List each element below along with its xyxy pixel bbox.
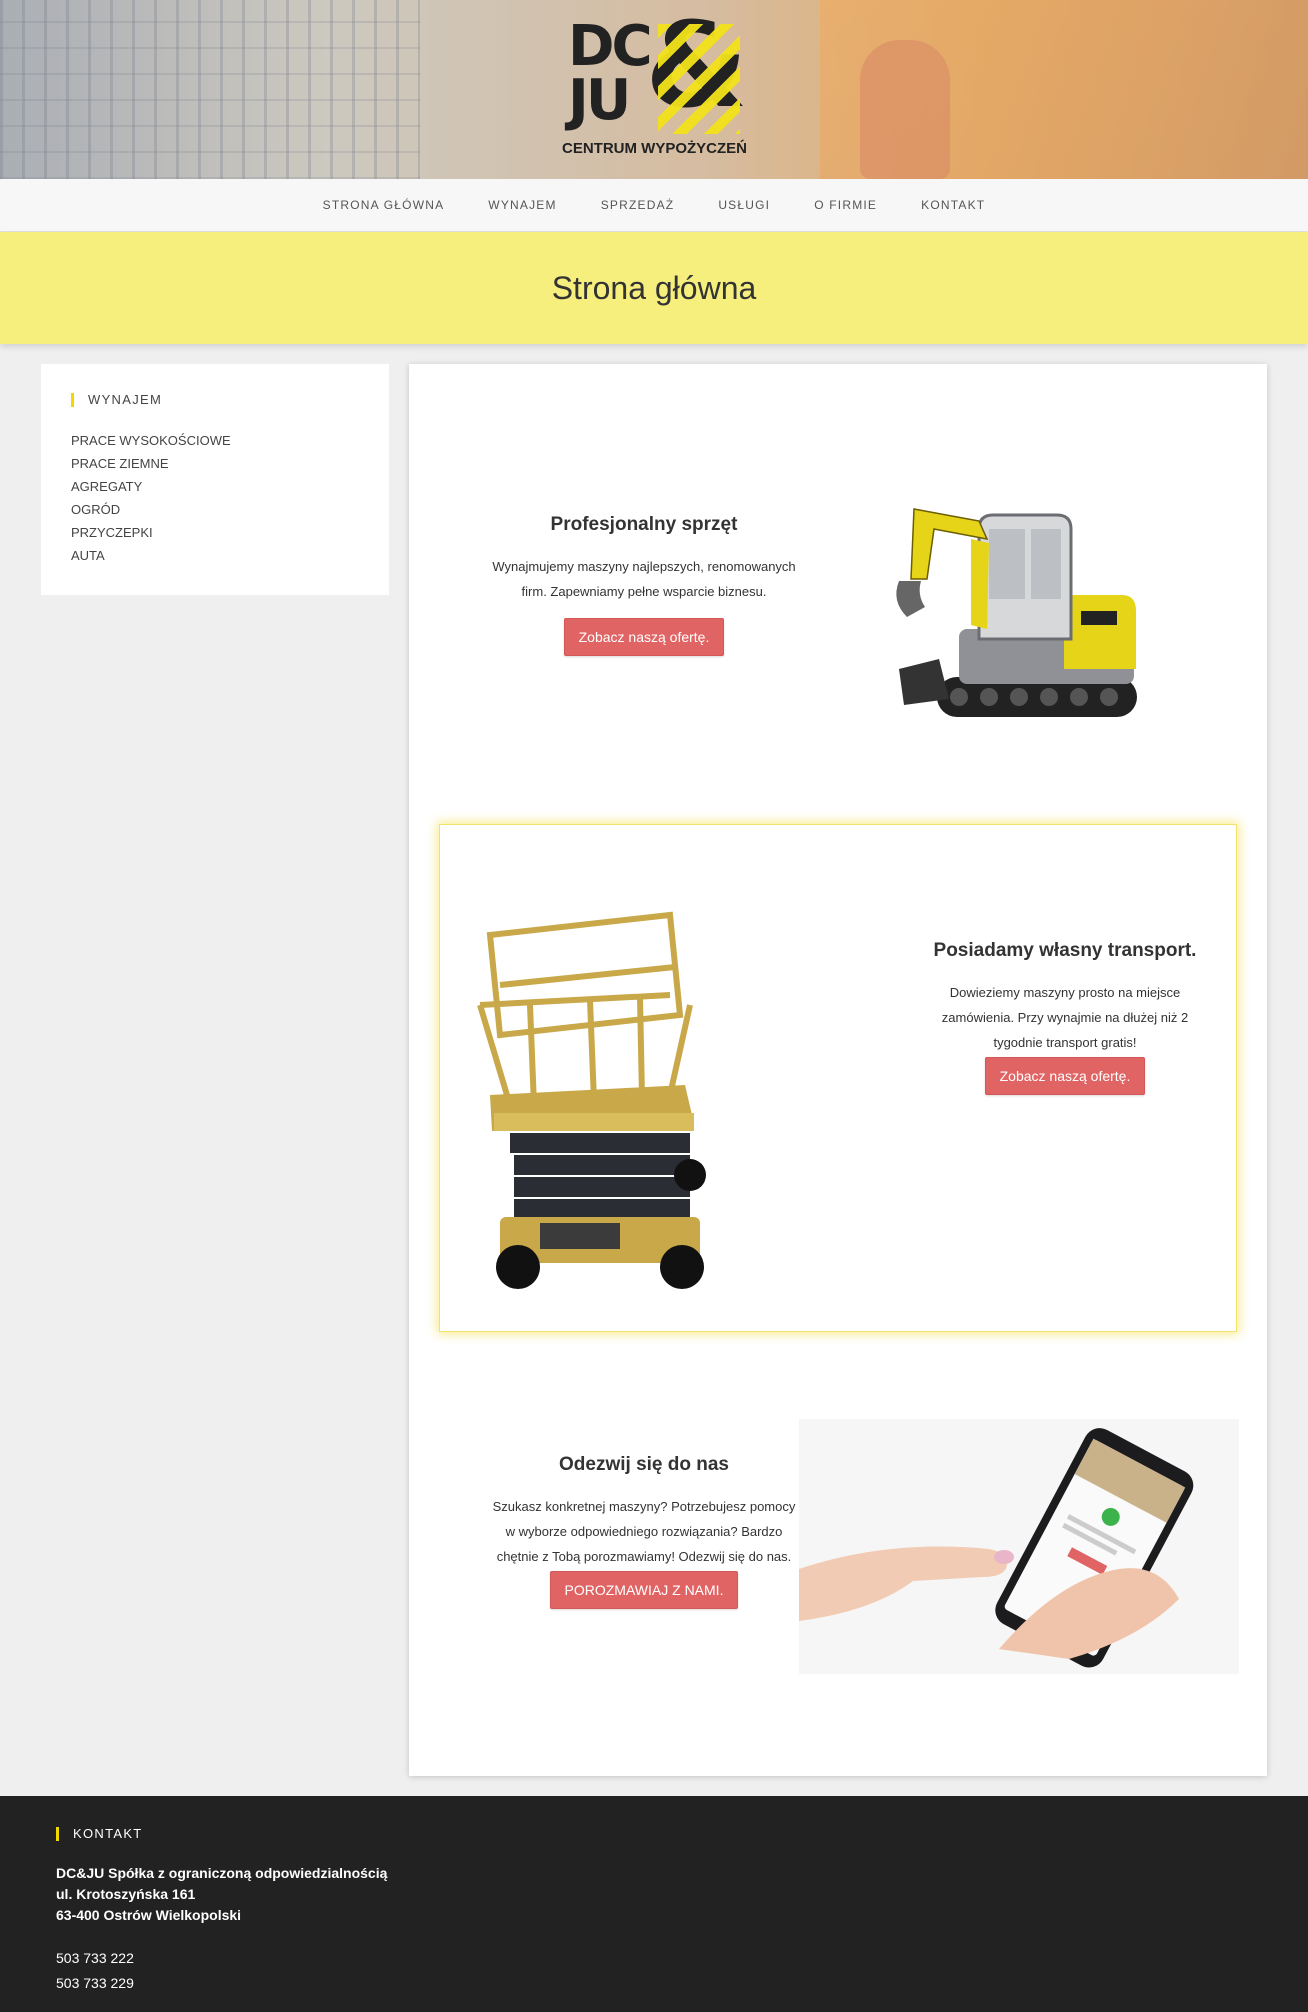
section-text: Szukasz konkretnej maszyny? Potrzebujesz…: [492, 1499, 796, 1564]
section-text: Wynajmujemy maszyny najlepszych, renomow…: [492, 559, 796, 599]
sidebar-heading-label: WYNAJEM: [88, 392, 163, 407]
section-contact-us: Odezwij się do nas Szukasz konkretnej ma…: [459, 1454, 829, 1609]
offer-button[interactable]: Zobacz naszą ofertę.: [984, 1057, 1146, 1095]
phone-number[interactable]: 503 733 222: [56, 1946, 1252, 1971]
header-hero: DC JU & CENTRUM WYPOŻYCZEŃ: [0, 0, 1308, 179]
phone-numbers: 503 733 222 503 733 229: [56, 1946, 1252, 1996]
main-navigation: STRONA GŁÓWNA WYNAJEM SPRZEDAŻ USŁUGI O …: [0, 179, 1308, 232]
section-title: Odezwij się do nas: [559, 1454, 729, 1475]
section-transport-box: Posiadamy własny transport. Dowieziemy m…: [439, 824, 1237, 1332]
nav-item-kontakt[interactable]: KONTAKT: [921, 198, 985, 212]
page-title-bar: Strona główna: [0, 232, 1308, 344]
sidebar-widget: WYNAJEM PRACE WYSOKOŚCIOWE PRACE ZIEMNE …: [41, 364, 389, 595]
section-title: Profesjonalny sprzęt: [550, 514, 738, 535]
logo-letters: DC JU: [568, 14, 653, 133]
sidebar-item-ogrod[interactable]: OGRÓD: [71, 498, 359, 521]
company-name: DC&JU Spółka z ograniczoną odpowiedzialn…: [56, 1865, 388, 1881]
offer-button[interactable]: Zobacz naszą ofertę.: [563, 618, 725, 656]
section-own-transport: Posiadamy własny transport. Dowieziemy m…: [915, 940, 1215, 1095]
footer-heading: KONTAKT: [56, 1826, 1252, 1841]
nav-item-uslugi[interactable]: USŁUGI: [718, 198, 770, 212]
footer-heading-label: KONTAKT: [73, 1826, 143, 1841]
nav-item-wynajem[interactable]: WYNAJEM: [488, 198, 556, 212]
sidebar-item-przyczepki[interactable]: PRZYCZEPKI: [71, 521, 359, 544]
site-footer: KONTAKT DC&JU Spółka z ograniczoną odpow…: [0, 1796, 1308, 2012]
nav-item-strona-glowna[interactable]: STRONA GŁÓWNA: [323, 198, 445, 212]
nav-item-o-firmie[interactable]: O FIRMIE: [814, 198, 877, 212]
section-text: Dowieziemy maszyny prosto na miejsce zam…: [941, 985, 1189, 1050]
logo-subtitle: CENTRUM WYPOŻYCZEŃ: [562, 140, 747, 157]
sidebar-item-agregaty[interactable]: AGREGATY: [71, 475, 359, 498]
talk-to-us-button[interactable]: POROZMAWIAJ Z NAMI.: [549, 1571, 739, 1609]
logo-hazard-stripes: [658, 24, 740, 134]
sidebar-item-prace-wysokosciowe[interactable]: PRACE WYSOKOŚCIOWE: [71, 429, 359, 452]
street-line: ul. Krotoszyńska 161: [56, 1886, 196, 1902]
section-title: Posiadamy własny transport.: [933, 940, 1197, 961]
heading-accent-bar: [56, 1826, 59, 1841]
company-address: DC&JU Spółka z ograniczoną odpowiedzialn…: [56, 1863, 1252, 1926]
site-logo[interactable]: DC JU & CENTRUM WYPOŻYCZEŃ: [560, 6, 750, 162]
phone-number[interactable]: 503 733 229: [56, 1971, 1252, 1996]
heading-accent-bar: [71, 392, 74, 407]
sidebar-item-auta[interactable]: AUTA: [71, 544, 359, 567]
scissor-lift-image: [470, 905, 730, 1305]
sidebar-menu: PRACE WYSOKOŚCIOWE PRACE ZIEMNE AGREGATY…: [71, 429, 359, 567]
sidebar-heading: WYNAJEM: [71, 392, 359, 407]
main-content: Profesjonalny sprzęt Wynajmujemy maszyny…: [409, 364, 1267, 1776]
nav-item-sprzedaz[interactable]: SPRZEDAŻ: [601, 198, 675, 212]
page-title: Strona główna: [551, 269, 757, 306]
hand-holding-smartphone-image: [799, 1419, 1239, 1674]
city-line: 63-400 Ostrów Wielkopolski: [56, 1907, 242, 1923]
sidebar-item-prace-ziemne[interactable]: PRACE ZIEMNE: [71, 452, 359, 475]
mini-excavator-image: [859, 499, 1159, 739]
section-professional-equipment: Profesjonalny sprzęt Wynajmujemy maszyny…: [459, 514, 829, 656]
